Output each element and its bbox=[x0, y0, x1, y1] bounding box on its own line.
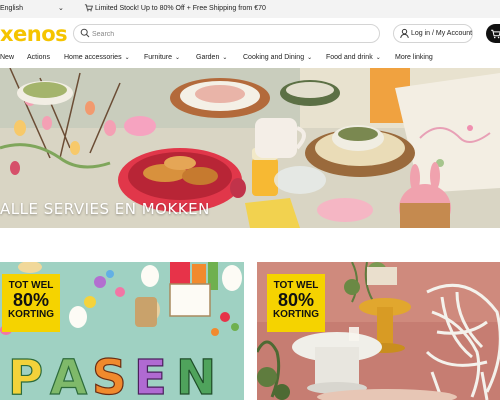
promo-tile-garden[interactable]: TOT WEL 80% KORTING bbox=[257, 262, 500, 400]
promo-text: Limited Stock! Up to 80% Off + Free Ship… bbox=[95, 5, 266, 12]
nav-item-new[interactable]: New bbox=[0, 54, 14, 61]
svg-text:S: S bbox=[92, 350, 127, 400]
cart-icon bbox=[491, 29, 500, 39]
svg-text:A: A bbox=[50, 350, 87, 400]
chevron-down-icon: ⌄ bbox=[222, 55, 228, 61]
chevron-down-icon: ⌄ bbox=[375, 55, 381, 61]
nav-item-garden[interactable]: Garden ⌄ bbox=[196, 54, 227, 61]
chevron-down-icon[interactable]: ⌄ bbox=[58, 4, 64, 12]
svg-text:N: N bbox=[176, 350, 216, 400]
svg-text:P: P bbox=[8, 350, 43, 400]
svg-text:E: E bbox=[134, 350, 167, 400]
account-button[interactable]: Log in / My Account bbox=[393, 24, 473, 43]
site-header: xenos Log in / My Account bbox=[0, 18, 500, 48]
cart-button[interactable] bbox=[486, 24, 500, 43]
hero-banner[interactable]: ALLE SERVIES EN MOKKEN bbox=[0, 68, 500, 228]
nav-item-cooking-and-dining[interactable]: Cooking and Dining ⌄ bbox=[243, 54, 312, 61]
nav-item-more-linking[interactable]: More linking bbox=[395, 54, 433, 61]
search-input[interactable] bbox=[92, 27, 372, 41]
chevron-down-icon: ⌄ bbox=[307, 55, 313, 61]
search-icon bbox=[80, 28, 90, 38]
logo[interactable]: xenos bbox=[0, 23, 68, 45]
announcement-bar: English ⌄ Limited Stock! Up to 80% Off +… bbox=[0, 0, 500, 18]
discount-badge: TOT WEL 80% KORTING bbox=[2, 274, 60, 332]
user-icon bbox=[400, 28, 409, 39]
account-label: Log in / My Account bbox=[411, 30, 473, 37]
nav-item-food-and-drink[interactable]: Food and drink ⌄ bbox=[326, 54, 381, 61]
nav-item-actions[interactable]: Actions bbox=[27, 54, 50, 61]
chevron-down-icon: ⌄ bbox=[124, 55, 130, 61]
promo-tile-easter[interactable]: P A S E N TOT WEL 80% KORTING bbox=[0, 262, 244, 400]
search-bar[interactable] bbox=[73, 24, 380, 43]
cart-icon bbox=[84, 3, 93, 14]
hero-caption: ALLE SERVIES EN MOKKEN bbox=[0, 200, 210, 218]
language-selector[interactable]: English bbox=[0, 5, 23, 12]
main-nav: New Actions Home accessories ⌄ Furniture ⌄… bbox=[0, 48, 500, 68]
nav-item-furniture[interactable]: Furniture ⌄ bbox=[144, 54, 180, 61]
nav-item-home-accessories[interactable]: Home accessories ⌄ bbox=[64, 54, 130, 61]
chevron-down-icon: ⌄ bbox=[175, 55, 181, 61]
discount-badge: TOT WEL 80% KORTING bbox=[267, 274, 325, 332]
